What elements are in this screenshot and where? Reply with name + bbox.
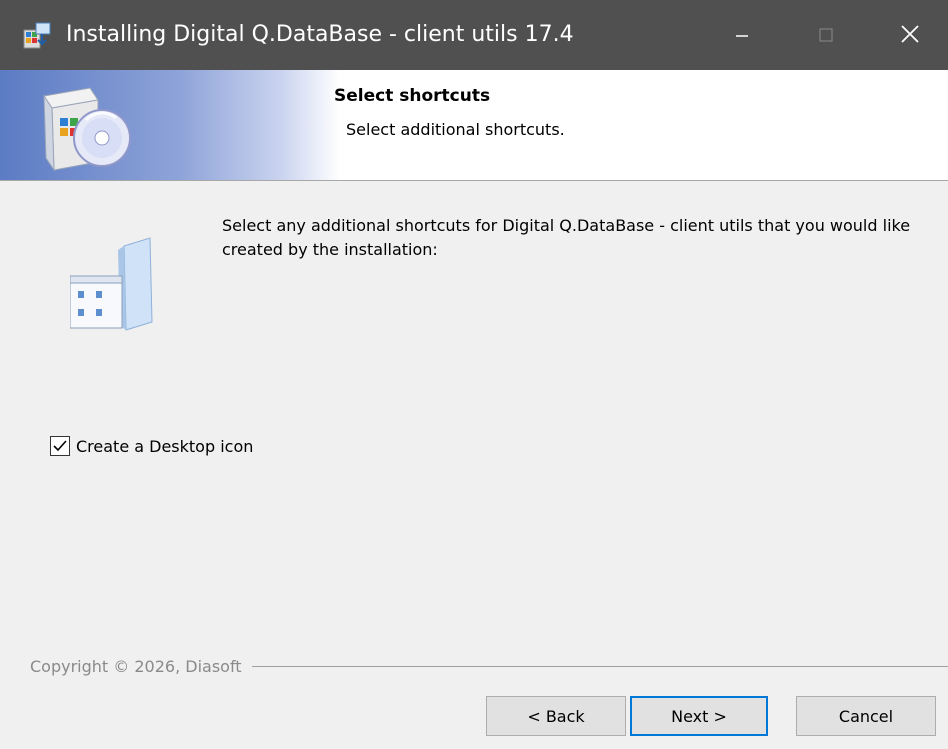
cancel-button[interactable]: Cancel xyxy=(796,696,936,736)
desktop-icon-option[interactable]: Create a Desktop icon xyxy=(50,432,253,460)
back-button[interactable]: < Back xyxy=(486,696,626,736)
window-title: Installing Digital Q.DataBase - client u… xyxy=(66,22,574,47)
next-button[interactable]: Next > xyxy=(630,696,768,736)
title-bar[interactable]: Installing Digital Q.DataBase - client u… xyxy=(0,0,948,70)
page-heading: Select shortcuts xyxy=(334,86,491,106)
minimize-icon[interactable] xyxy=(712,10,772,60)
page-subheading: Select additional shortcuts. xyxy=(346,120,565,139)
header-banner: Select shortcuts Select additional short… xyxy=(0,70,948,181)
copyright-text: Copyright © 2026, Diasoft xyxy=(30,656,242,676)
desktop-icon-label[interactable]: Create a Desktop icon xyxy=(76,437,253,456)
intro-text: Select any additional shortcuts for Digi… xyxy=(222,216,911,259)
installer-window: Installing Digital Q.DataBase - client u… xyxy=(0,0,948,749)
shortcuts-folder-icon xyxy=(69,236,166,336)
maximize-icon[interactable] xyxy=(796,10,856,60)
close-icon[interactable] xyxy=(880,10,940,60)
footer-branding: Copyright © 2026, Diasoft xyxy=(30,654,948,678)
setup-box-cd-icon xyxy=(36,78,140,174)
desktop-icon-checkbox[interactable] xyxy=(50,436,70,456)
footer-divider xyxy=(251,665,948,667)
installer-icon xyxy=(22,22,52,50)
